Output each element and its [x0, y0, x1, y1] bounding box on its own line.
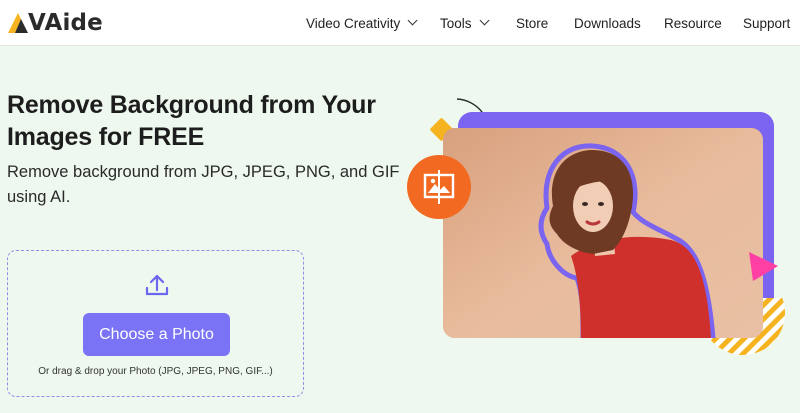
nav-resource[interactable]: Resource: [664, 0, 722, 46]
woman-portrait-image: [443, 128, 763, 338]
nav-label: Video Creativity: [306, 15, 401, 31]
chevron-down-icon: [479, 15, 489, 26]
upload-dropzone[interactable]: Choose a Photo Or drag & drop your Photo…: [7, 250, 304, 397]
nav-video-creativity[interactable]: Video Creativity: [306, 0, 418, 46]
nav-tools[interactable]: Tools: [440, 0, 489, 46]
page-subtitle: Remove background from JPG, JPEG, PNG, a…: [7, 163, 400, 206]
sample-photo: [443, 128, 763, 338]
logo-text: VAide: [28, 10, 103, 36]
nav-label: Store: [516, 15, 549, 31]
nav-support[interactable]: Support: [743, 0, 790, 46]
site-header: VAide Video Creativity Tools Store Downl…: [0, 0, 800, 46]
nav-store[interactable]: Store: [516, 0, 548, 46]
pink-triangle-shape: [749, 252, 778, 281]
image-cutout-icon: [423, 170, 455, 204]
logo[interactable]: VAide: [7, 9, 103, 37]
nav-label: Resource: [664, 15, 722, 31]
choose-photo-button[interactable]: Choose a Photo: [83, 313, 230, 356]
nav-label: Tools: [440, 15, 472, 31]
nav-label: Support: [743, 15, 791, 31]
drag-drop-hint: Or drag & drop your Photo (JPG, JPEG, PN…: [38, 366, 273, 377]
nav-label: Downloads: [574, 15, 641, 31]
nav-downloads[interactable]: Downloads: [574, 0, 641, 46]
chevron-down-icon: [407, 15, 418, 26]
remove-background-badge: [407, 155, 471, 219]
upload-icon: [145, 274, 169, 296]
hero-illustration: [400, 92, 800, 372]
page-title: Remove Background from Your Images for F…: [7, 91, 376, 151]
